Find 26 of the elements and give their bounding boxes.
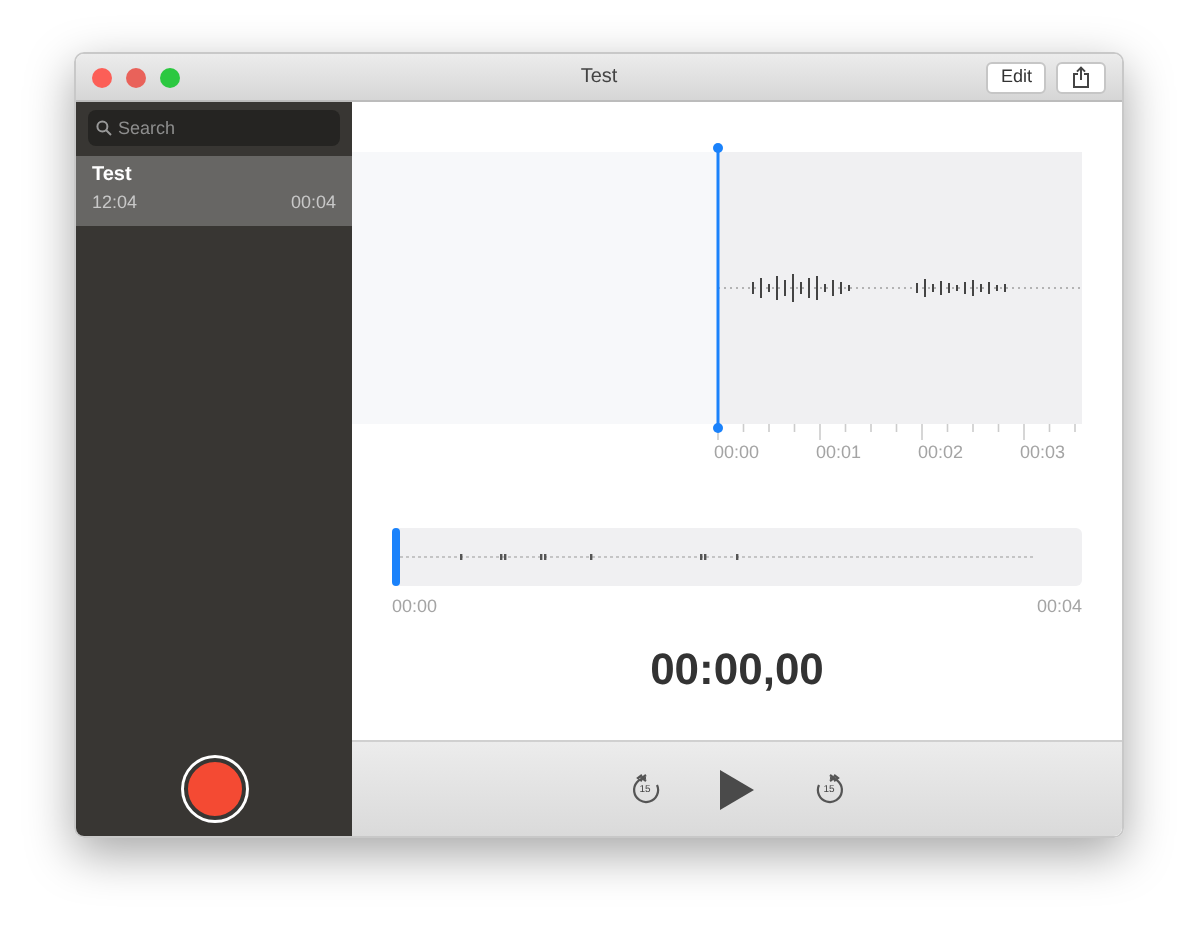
recording-item[interactable]: Test 12:04 00:04 bbox=[76, 156, 352, 225]
play-button[interactable] bbox=[717, 767, 757, 811]
zoom-button[interactable] bbox=[160, 67, 180, 87]
share-button[interactable] bbox=[1056, 61, 1106, 93]
minimize-button[interactable] bbox=[126, 67, 146, 87]
record-button[interactable] bbox=[183, 757, 245, 819]
elapsed-timer: 00:00,00 bbox=[648, 642, 826, 698]
overview-end-time: 00:04 bbox=[1036, 593, 1082, 619]
recording-time: 12:04 bbox=[92, 190, 138, 216]
close-button[interactable] bbox=[92, 67, 112, 87]
recording-title: Test bbox=[92, 162, 134, 190]
edit-button[interactable]: Edit bbox=[986, 61, 1046, 93]
overview-start-time: 00:00 bbox=[392, 593, 438, 619]
timeline-label: 00:02 bbox=[918, 440, 966, 466]
timeline-label: 00:00 bbox=[714, 440, 762, 466]
overview-handle[interactable] bbox=[392, 527, 400, 585]
window-title: Test bbox=[580, 64, 618, 92]
play-icon bbox=[720, 769, 754, 809]
share-icon bbox=[1072, 66, 1090, 88]
overview-track[interactable] bbox=[392, 527, 1082, 585]
playhead-handle[interactable] bbox=[713, 143, 723, 433]
timeline-label: 00:01 bbox=[816, 440, 864, 466]
search-icon bbox=[96, 120, 112, 136]
search-field[interactable]: Search bbox=[88, 110, 340, 146]
timeline-label: 00:03 bbox=[1020, 440, 1068, 466]
recording-duration: 00:04 bbox=[290, 190, 336, 216]
